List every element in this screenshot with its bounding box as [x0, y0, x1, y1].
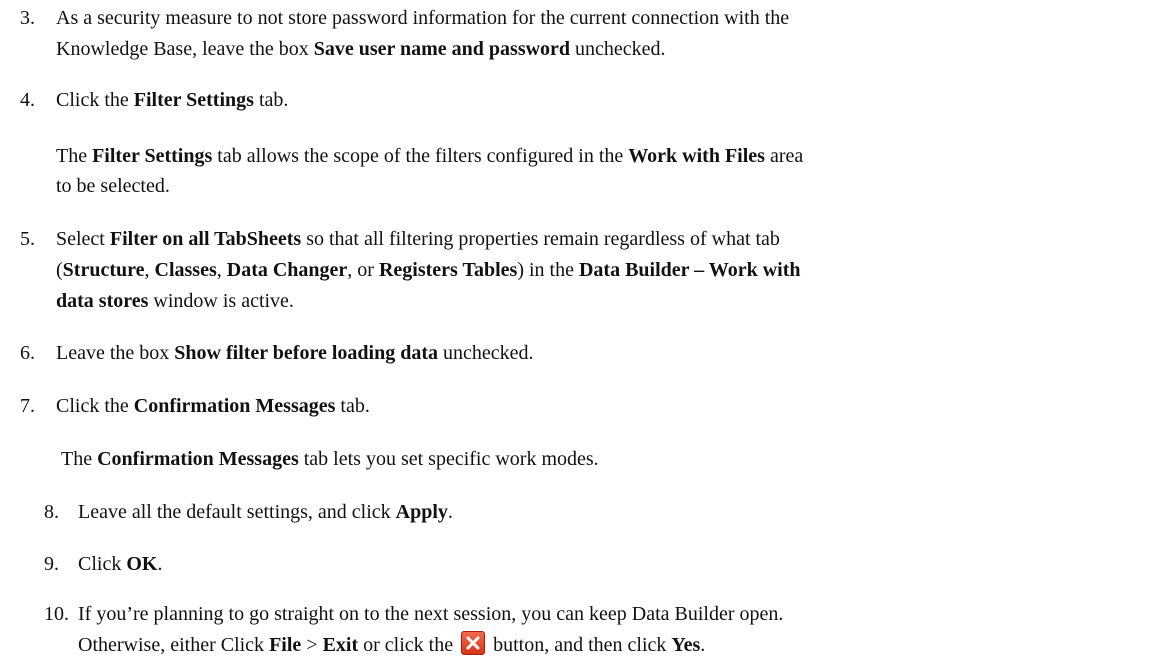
s5-h: ,: [216, 259, 227, 281]
s10-a: Otherwise, either Click: [78, 634, 270, 656]
s8-c: .: [447, 501, 453, 523]
p4-c: tab allows the scope of the filters conf…: [212, 145, 629, 167]
s10-e: or click the: [358, 634, 459, 656]
close-x-icon: [461, 631, 486, 655]
s10-g: Yes: [671, 634, 701, 656]
step-6-line: Leave the box Show filter before loading…: [56, 339, 534, 367]
step-6-number: 6.: [20, 342, 35, 364]
step-4-line: Click the Filter Settings tab.: [56, 86, 288, 114]
s5-o: window is active.: [148, 290, 294, 312]
step-7-number: 7.: [20, 395, 35, 417]
s6-c: unchecked.: [438, 342, 534, 364]
s10-b: File: [269, 634, 302, 656]
s5-b: Filter on all TabSheets: [109, 228, 302, 250]
step-3-text-end: unchecked.: [570, 38, 666, 60]
step-4-text-end: tab.: [253, 89, 289, 111]
s5-f: ,: [144, 259, 155, 281]
s10-h: .: [700, 634, 706, 656]
document-page: 3. As a security measure to not store pa…: [0, 0, 1158, 662]
s5-e: Structure: [62, 259, 145, 281]
s5-m: Data Builder – Work with: [578, 259, 801, 281]
step-3-text: Knowledge Base, leave the box: [56, 38, 314, 60]
s10-d: Exit: [322, 634, 359, 656]
s5-j: , or: [347, 259, 379, 281]
step-5-number: 5.: [20, 228, 35, 250]
s9-b: OK: [126, 553, 158, 575]
s5-n: data stores: [56, 290, 149, 312]
step-9-number: 9.: [44, 553, 59, 575]
step-9-line: Click OK.: [78, 550, 162, 578]
step-4-text: Click the: [56, 89, 134, 111]
s9-a: Click: [78, 553, 127, 575]
p4-e: area: [764, 145, 804, 167]
p7-b: Confirmation Messages: [97, 448, 299, 470]
step-5-line-3: data stores window is active.: [56, 287, 294, 315]
s7-c: tab.: [335, 395, 370, 417]
step-3-line-2: Knowledge Base, leave the box Save user …: [56, 35, 666, 63]
step-4-desc-line-1: The Filter Settings tab allows the scope…: [56, 142, 803, 170]
s8-a: Leave all the default settings, and clic…: [78, 501, 396, 523]
step-10-number: 10.: [44, 603, 69, 625]
s5-d: (: [56, 259, 63, 281]
step-4-desc-line-2: to be selected.: [56, 175, 170, 197]
p7-a: The: [61, 448, 98, 470]
s6-a: Leave the box: [56, 342, 175, 364]
step-5-line-1: Select Filter on all TabSheets so that a…: [56, 225, 780, 253]
step-10-line-2: Otherwise, either Click File > Exit or c…: [78, 631, 705, 659]
s7-b: Confirmation Messages: [133, 395, 336, 417]
s9-c: .: [157, 553, 163, 575]
s5-c: so that all filtering properties remain …: [301, 228, 780, 250]
step-7-line: Click the Confirmation Messages tab.: [56, 392, 370, 420]
step-4-number: 4.: [20, 89, 35, 111]
step-3-line-1: As a security measure to not store passw…: [56, 7, 790, 29]
step-10-line-1: If you’re planning to go straight on to …: [78, 603, 784, 625]
s5-k: Registers Tables: [378, 259, 518, 281]
s10-c: >: [301, 634, 323, 656]
step-5-line-2: (Structure, Classes, Data Changer, or Re…: [56, 256, 800, 284]
step-8-number: 8.: [44, 501, 59, 523]
p4-a: The: [56, 145, 93, 167]
s5-i: Data Changer: [226, 259, 348, 281]
s5-g: Classes: [154, 259, 217, 281]
step-7-desc: The Confirmation Messages tab lets you s…: [61, 445, 599, 473]
p4-d: Work with Files: [628, 145, 765, 167]
s6-b: Show filter before loading data: [174, 342, 438, 364]
p7-c: tab lets you set specific work modes.: [298, 448, 599, 470]
s7-a: Click the: [56, 395, 134, 417]
s8-b: Apply: [395, 501, 448, 523]
p4-b: Filter Settings: [92, 145, 213, 167]
step-8-line: Leave all the default settings, and clic…: [78, 498, 453, 526]
s5-l: ) in the: [517, 259, 579, 281]
step-3-number: 3.: [20, 7, 35, 29]
step-3-bold: Save user name and password: [313, 38, 571, 60]
s5-a: Select: [56, 228, 110, 250]
s10-f: button, and then click: [488, 634, 672, 656]
step-4-bold: Filter Settings: [133, 89, 254, 111]
